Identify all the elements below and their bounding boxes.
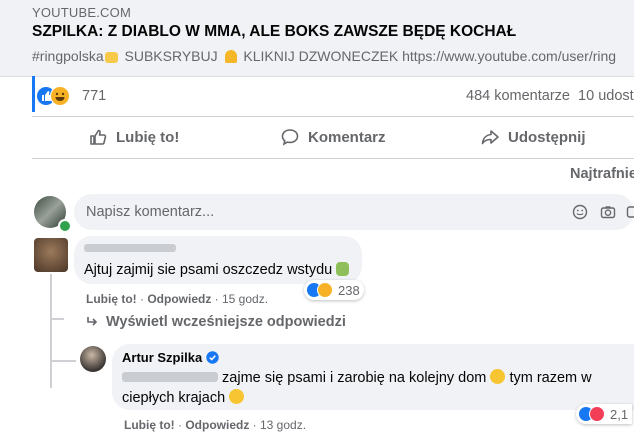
comment-bubble-icon: [281, 129, 299, 146]
bell-icon: [224, 50, 237, 63]
divider: [32, 158, 634, 159]
smile-emoji-icon: [490, 369, 506, 384]
online-status-dot: [58, 219, 72, 233]
comment-composer[interactable]: Napisz komentarz...: [74, 194, 634, 230]
thumbs-up-icon: [90, 129, 107, 145]
reply-reaction-count: 2,1: [610, 406, 629, 422]
comment-bubble: Ajtuj zajmij sie psami oszczedz wstydu: [74, 236, 362, 284]
redacted-mention[interactable]: [122, 372, 218, 382]
desc-bell-text: KLIKNIJ DZWONECZEK https://www.youtube.c…: [243, 48, 617, 64]
reply-meta: Lubię to! · Odpowiedz · 13 godz.: [124, 418, 307, 432]
reply-text-line1: zajme się psami i zarobię na kolejny dom: [222, 370, 487, 386]
view-previous-replies[interactable]: Wyświetl wcześniejsze odpowiedzi: [86, 314, 346, 330]
gif-icon[interactable]: [626, 204, 634, 220]
desc-subscribe: SUBKSRYBUJ: [124, 48, 218, 64]
like-button-label: Lubię to!: [116, 128, 180, 146]
share-arrow-icon: [481, 130, 499, 145]
pointing-hand-icon: [104, 52, 118, 63]
reply-reply-link[interactable]: Odpowiedz: [185, 418, 249, 432]
link-description: #ringpolska SUBKSRYBUJ KLIKNIJ DZWONECZE…: [32, 48, 616, 64]
comments-shares-count[interactable]: 484 komentarze 10 udost: [466, 88, 634, 104]
reply-text-line2: ciepłych krajach: [122, 390, 226, 406]
desc-hashtag[interactable]: #ringpolska: [32, 48, 104, 64]
reply-author-avatar[interactable]: [80, 346, 106, 372]
link-title[interactable]: SZPILKA: Z DIABLO W MMA, ALE BOKS ZAWSZE…: [32, 23, 516, 41]
haha-reaction-icon: [317, 282, 333, 298]
comment-like-link[interactable]: Lubię to!: [86, 292, 137, 306]
comment-reaction-count: 238: [338, 282, 360, 298]
share-button-label: Udostępnij: [508, 128, 586, 146]
reply-like-link[interactable]: Lubię to!: [124, 418, 175, 432]
link-preview[interactable]: YOUTUBE.COM SZPILKA: Z DIABLO W MMA, ALE…: [0, 0, 634, 77]
reaction-icons[interactable]: [36, 86, 74, 111]
love-reaction-icon: [589, 406, 605, 422]
comment-timestamp[interactable]: 15 godz.: [222, 292, 268, 306]
reply-arrow-icon: [87, 317, 98, 326]
reaction-count[interactable]: 771: [82, 88, 106, 104]
post-accent-bar: [32, 76, 35, 112]
share-button[interactable]: Udostępnij: [480, 120, 586, 154]
reply-reactions[interactable]: 2,1: [576, 404, 633, 424]
comment-meta: Lubię to! · Odpowiedz · 15 godz.: [86, 292, 269, 306]
comment-text-body: Ajtuj zajmij sie psami oszczedz wstydu: [84, 262, 333, 278]
comment-text: Ajtuj zajmij sie psami oszczedz wstydu: [84, 262, 350, 278]
commenter-avatar[interactable]: [34, 238, 68, 272]
comment-reply-link[interactable]: Odpowiedz: [147, 292, 211, 306]
camera-icon[interactable]: [600, 204, 616, 220]
thread-line: [50, 274, 52, 320]
reply-author[interactable]: Artur Szpilka: [122, 350, 219, 365]
comment-count[interactable]: 484 komentarze: [466, 88, 570, 104]
thread-line: [50, 318, 64, 320]
reply-author-name[interactable]: Artur Szpilka: [122, 350, 202, 365]
comment-button[interactable]: Komentarz: [280, 120, 386, 154]
composer-placeholder: Napisz komentarz...: [86, 204, 215, 220]
comment-button-label: Komentarz: [308, 128, 386, 146]
reply-text-line1b: tym razem w: [509, 370, 592, 386]
emoji-icon[interactable]: [572, 204, 588, 220]
divider: [32, 116, 634, 117]
reply-timestamp[interactable]: 13 godz.: [260, 418, 306, 432]
comment-reactions[interactable]: 238: [304, 280, 364, 300]
smile-emoji-icon: [229, 389, 245, 404]
thread-line: [50, 318, 52, 388]
comment-sort-dropdown[interactable]: Najtrafnie: [570, 166, 634, 182]
view-previous-label: Wyświetl wcześniejsze odpowiedzi: [106, 314, 346, 330]
thread-line: [50, 360, 76, 362]
link-domain: YOUTUBE.COM: [32, 5, 131, 20]
redacted-author-name[interactable]: [84, 244, 176, 252]
like-button[interactable]: Lubię to!: [88, 120, 179, 154]
haha-reaction-icon: [50, 86, 70, 106]
reply-text: zajme się psami i zarobię na kolejny dom…: [122, 368, 592, 408]
reply-bubble: Artur Szpilka zajme się psami i zarobię …: [112, 344, 634, 410]
person-facepalm-icon: [336, 262, 350, 276]
verified-badge-icon: [206, 351, 219, 364]
share-count[interactable]: 10 udost: [578, 88, 634, 104]
